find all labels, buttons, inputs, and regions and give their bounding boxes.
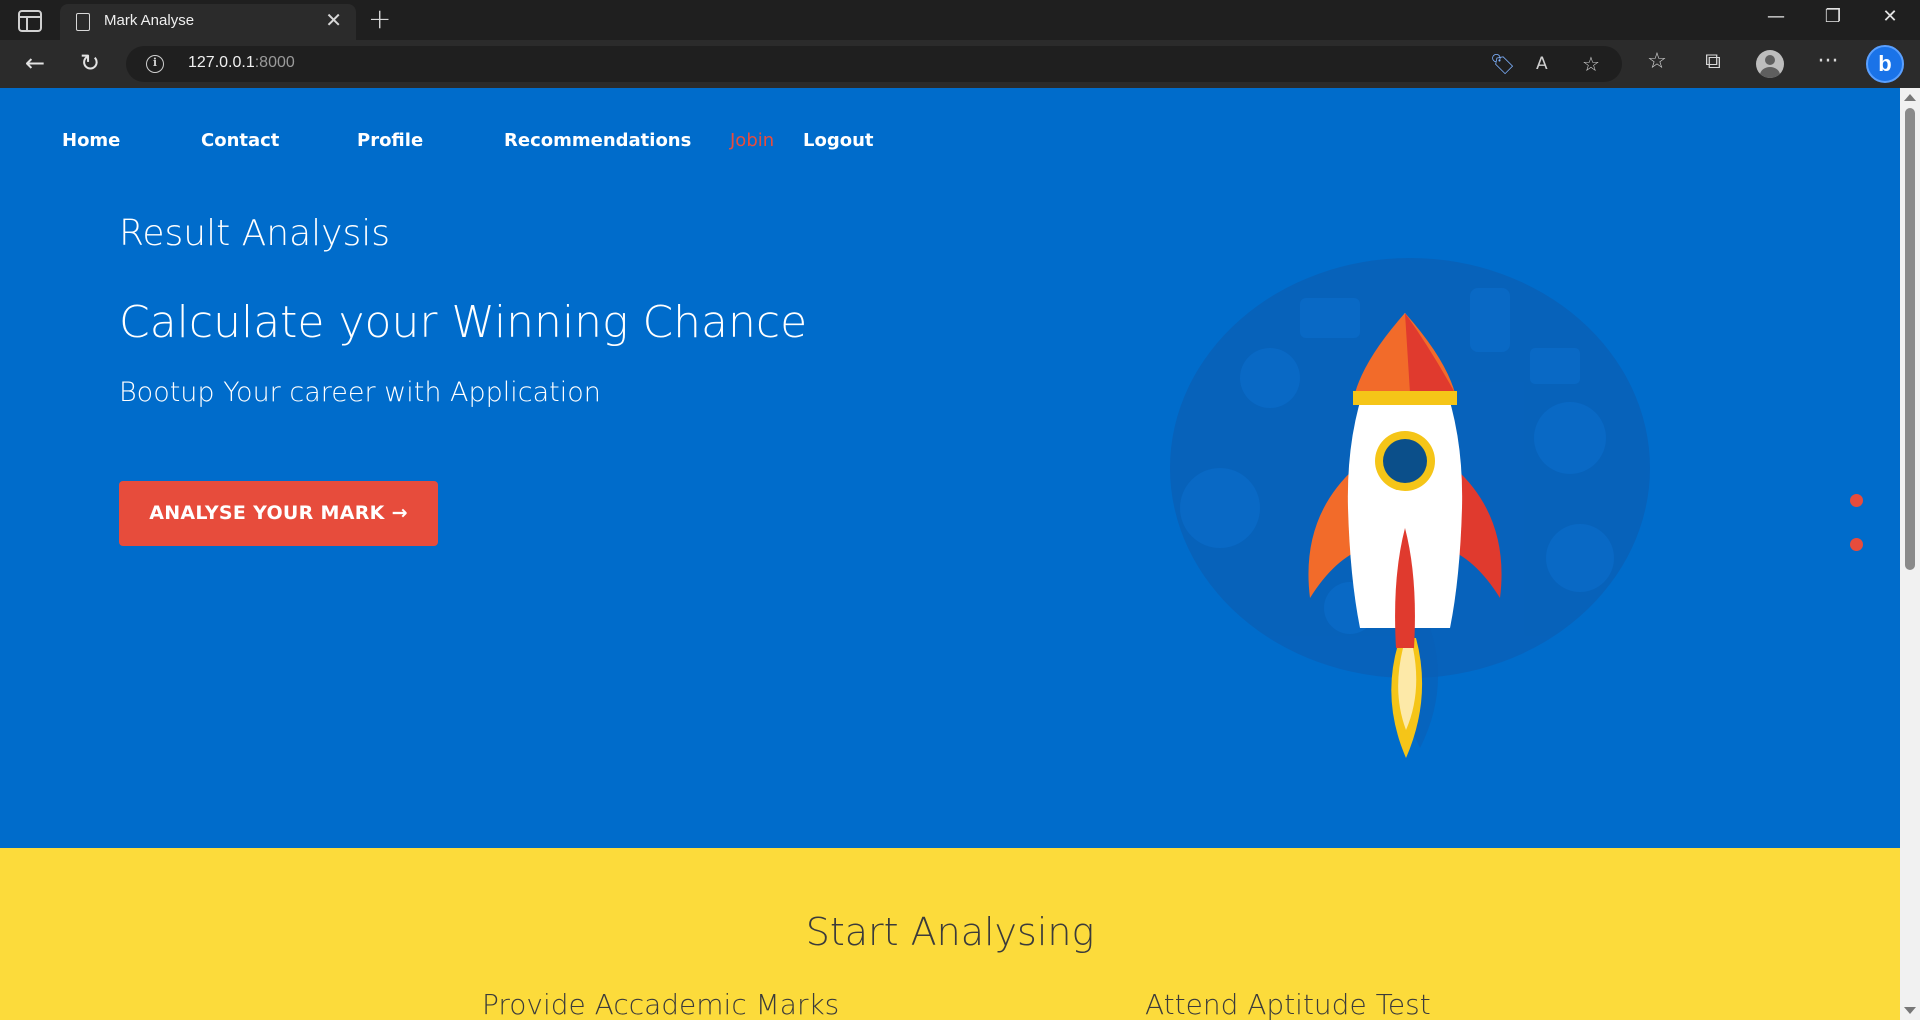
arrow-right-icon: → [391, 502, 408, 524]
tab-title: Mark Analyse [104, 12, 195, 29]
carousel-dot-2[interactable] [1850, 538, 1863, 551]
browser-toolbar: ← ↻ i 127.0.0.1:8000 🏷 A ☆ ☆ ⧉ ··· b [0, 40, 1920, 88]
browser-tab[interactable]: Mark Analyse ✕ [60, 4, 356, 40]
coupon-tag-icon[interactable]: 🏷 [1490, 52, 1515, 76]
scroll-thumb[interactable] [1905, 108, 1915, 570]
academic-marks-heading: Provide Accademic Marks [482, 988, 840, 1020]
analyse-mark-button[interactable]: ANALYSE YOUR MARK → [119, 481, 438, 546]
aptitude-test-heading: Attend Aptitude Test [1145, 988, 1431, 1020]
analyse-mark-label: ANALYSE YOUR MARK [149, 502, 385, 524]
page-scrollbar[interactable] [1900, 88, 1920, 1020]
hero-subtitle: Bootup Your career with Application [119, 377, 601, 408]
new-tab-button[interactable]: + [368, 3, 391, 35]
hero-section: Home Contact Profile Recommendations Job… [0, 88, 1900, 848]
site-info-icon[interactable]: i [146, 55, 164, 73]
minimize-button[interactable]: — [1756, 6, 1796, 27]
profile-avatar[interactable] [1756, 50, 1784, 78]
back-icon[interactable]: ← [19, 49, 51, 77]
url-port: :8000 [254, 54, 295, 71]
nav-profile[interactable]: Profile [357, 130, 423, 151]
reload-icon[interactable]: ↻ [74, 49, 106, 77]
rocket-illustration [1170, 258, 1650, 758]
nav-home[interactable]: Home [62, 130, 120, 151]
favorites-icon[interactable]: ☆ [1641, 49, 1673, 74]
start-analysing-section: Start Analysing Provide Accademic Marks … [0, 848, 1900, 1020]
scroll-up-arrow-icon[interactable] [1904, 94, 1916, 101]
carousel-dot-1[interactable] [1850, 494, 1863, 507]
page-icon [76, 13, 90, 31]
add-favorite-icon[interactable]: ☆ [1582, 52, 1600, 76]
scroll-down-arrow-icon[interactable] [1904, 1007, 1916, 1014]
url-text[interactable]: 127.0.0.1:8000 [188, 54, 295, 72]
collections-icon[interactable]: ⧉ [1697, 49, 1729, 74]
restore-button[interactable]: ❐ [1813, 6, 1853, 27]
bing-copilot-icon[interactable]: b [1866, 45, 1904, 83]
url-host: 127.0.0.1 [188, 54, 255, 71]
address-bar[interactable]: i 127.0.0.1:8000 🏷 A ☆ [126, 46, 1622, 82]
nav-user-name[interactable]: Jobin [730, 130, 774, 151]
page-viewport: Home Contact Profile Recommendations Job… [0, 88, 1900, 1020]
close-window-button[interactable]: ✕ [1870, 6, 1910, 27]
tab-actions-icon[interactable] [18, 10, 42, 32]
nav-contact[interactable]: Contact [201, 130, 279, 151]
nav-logout[interactable]: Logout [803, 130, 874, 151]
read-aloud-icon[interactable]: A [1536, 54, 1548, 74]
section-title: Start Analysing [805, 910, 1095, 954]
more-menu-icon[interactable]: ··· [1812, 49, 1844, 74]
browser-tab-bar: Mark Analyse ✕ + — ❐ ✕ [0, 0, 1920, 40]
hero-title: Calculate your Winning Chance [119, 297, 808, 348]
close-tab-icon[interactable]: ✕ [325, 10, 342, 30]
nav-recommendations[interactable]: Recommendations [504, 130, 691, 151]
site-brand: Result Analysis [119, 213, 391, 254]
